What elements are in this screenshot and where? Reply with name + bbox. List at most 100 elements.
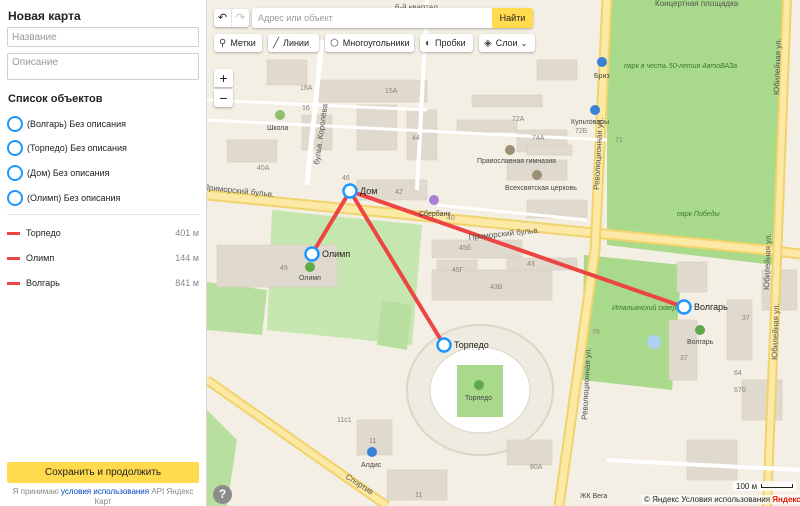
marker-dom[interactable]: Дом xyxy=(342,183,378,199)
line-item-torpedo[interactable]: Торпедо 401 м xyxy=(7,227,199,239)
line-label: Волгарь xyxy=(26,278,60,288)
marker-label: Дом xyxy=(360,186,377,196)
map-canvas[interactable]: Приморский бульв. Приморский бульв. Рево… xyxy=(207,0,800,506)
house-number: 67б xyxy=(734,386,746,394)
church-icon xyxy=(505,145,515,155)
placemark-circle-icon xyxy=(7,116,23,132)
terms-link[interactable]: условия использования xyxy=(61,487,149,496)
house-number: 45Г xyxy=(452,267,464,274)
poi-label: Волгарь xyxy=(687,339,714,346)
house-number: 40А xyxy=(257,165,270,172)
poi-label: Культовары xyxy=(571,119,609,126)
house-number: 42 xyxy=(395,189,403,196)
map-drawing: Приморский бульв. Приморский бульв. Рево… xyxy=(207,0,800,506)
marker-label: Торпедо xyxy=(454,340,489,350)
line-icon: ╱ xyxy=(273,37,280,49)
poi-label: Школа xyxy=(267,125,288,132)
house-number: 15А xyxy=(385,88,398,95)
object-item-torpedo[interactable]: (Торпедо) Без описания xyxy=(7,139,127,157)
tool-label: Пробки xyxy=(435,38,466,48)
map-description-input[interactable] xyxy=(7,53,199,80)
help-button[interactable]: ? xyxy=(213,485,232,504)
objects-list-title: Список объектов xyxy=(8,93,103,105)
copyright: © Яндекс Условия использования Яндекс xyxy=(642,495,800,504)
yandex-logo[interactable]: Яндекс xyxy=(772,495,800,504)
house-number: 18А xyxy=(300,85,313,92)
object-label: (Дом) Без описания xyxy=(27,168,110,178)
line-length: 401 м xyxy=(175,228,199,238)
poi-label: парк Победы xyxy=(677,210,720,218)
fountain xyxy=(647,335,661,349)
house-number: 80А xyxy=(530,464,543,471)
poi-label: Сбербанк xyxy=(419,210,451,218)
poi-label: Всехсвятская церковь xyxy=(505,185,577,192)
marker-olimp[interactable]: Олимп xyxy=(304,246,351,262)
house-number: 49 xyxy=(280,265,288,272)
line-swatch-icon xyxy=(7,231,20,235)
map-editor-panel: Новая карта Список объектов (Волгарь) Бе… xyxy=(0,0,207,506)
sport-icon xyxy=(474,380,484,390)
line-item-olimp[interactable]: Олимп 144 м xyxy=(7,252,199,264)
zoom-in-button[interactable]: + xyxy=(214,69,233,87)
object-item-dom[interactable]: (Дом) Без описания xyxy=(7,164,110,182)
traffic-icon: ◐ xyxy=(425,37,432,49)
tool-lines-button[interactable]: ╱ Линии xyxy=(268,34,319,52)
house-number: 64 xyxy=(734,370,742,377)
house-number: 74А xyxy=(532,135,545,142)
marker-circle-icon[interactable] xyxy=(436,337,452,353)
undo-icon[interactable]: ↶ xyxy=(214,9,231,27)
house-number: 71 xyxy=(615,137,623,144)
shop-icon xyxy=(590,105,600,115)
scale-bar: 100 м xyxy=(733,481,797,491)
poi-label: Православная гимназия xyxy=(477,158,556,165)
house-number: 11с1 xyxy=(337,417,352,424)
house-number: 11 xyxy=(415,492,422,499)
poi-label: ЖК Вега xyxy=(580,493,607,500)
shop-icon xyxy=(367,447,377,457)
sport-icon xyxy=(695,325,705,335)
house-number: 37 xyxy=(742,315,750,322)
object-item-volgar[interactable]: (Волгарь) Без описания xyxy=(7,115,126,133)
layers-button[interactable]: ◈ Слои ⌄ xyxy=(479,34,535,52)
marker-circle-icon[interactable] xyxy=(304,246,320,262)
line-item-volgar[interactable]: Волгарь 841 м xyxy=(7,277,199,289)
search-input[interactable] xyxy=(252,8,492,28)
marker-circle-icon[interactable] xyxy=(676,299,692,315)
line-swatch-icon xyxy=(7,281,20,285)
line-label: Торпедо xyxy=(26,228,61,238)
placemark-circle-icon xyxy=(7,190,23,206)
search-button[interactable]: Найти xyxy=(492,8,533,28)
marker-circle-icon[interactable] xyxy=(342,183,358,199)
zoom-out-button[interactable]: − xyxy=(214,89,233,107)
panel-title: Новая карта xyxy=(8,9,81,23)
tool-polygons-button[interactable]: ⬡ Многоугольники xyxy=(325,34,414,52)
poi-label: Торпедо xyxy=(465,395,492,402)
tool-placemarks-button[interactable]: ⚲ Метки xyxy=(214,34,262,52)
traffic-button[interactable]: ◐ Пробки xyxy=(420,34,473,52)
list-divider xyxy=(7,214,199,215)
house-number: 46 xyxy=(342,175,350,182)
copyright-text[interactable]: © Яндекс Условия использования xyxy=(644,495,770,504)
layers-icon: ◈ xyxy=(484,37,492,49)
redo-icon[interactable]: ↷ xyxy=(231,9,249,27)
street-label: Юбилейная ул. xyxy=(770,303,781,360)
marker-volgar[interactable]: Волгарь xyxy=(676,299,729,315)
school-icon xyxy=(275,110,285,120)
save-and-continue-button[interactable]: Сохранить и продолжить xyxy=(7,462,199,483)
placemark-circle-icon xyxy=(7,165,23,181)
terms-text: Я принимаю условия использования API Янд… xyxy=(7,487,199,506)
green-area xyxy=(207,282,267,335)
tool-label: Многоугольники xyxy=(342,38,410,48)
map-name-input[interactable] xyxy=(7,27,199,47)
green-small xyxy=(377,300,412,350)
house-number: 72А xyxy=(512,116,525,123)
object-label: (Торпедо) Без описания xyxy=(27,143,127,153)
house-number: 11 xyxy=(369,438,376,445)
poi-label: Бриз xyxy=(594,73,610,80)
search-box: Найти xyxy=(252,8,533,28)
house-number: 72Б xyxy=(575,128,588,135)
object-item-olimp[interactable]: (Олимп) Без описания xyxy=(7,189,120,207)
polygon-icon: ⬡ xyxy=(330,37,339,49)
marker-torpedo[interactable]: Торпедо xyxy=(436,337,489,353)
tool-label: Слои xyxy=(495,38,518,48)
